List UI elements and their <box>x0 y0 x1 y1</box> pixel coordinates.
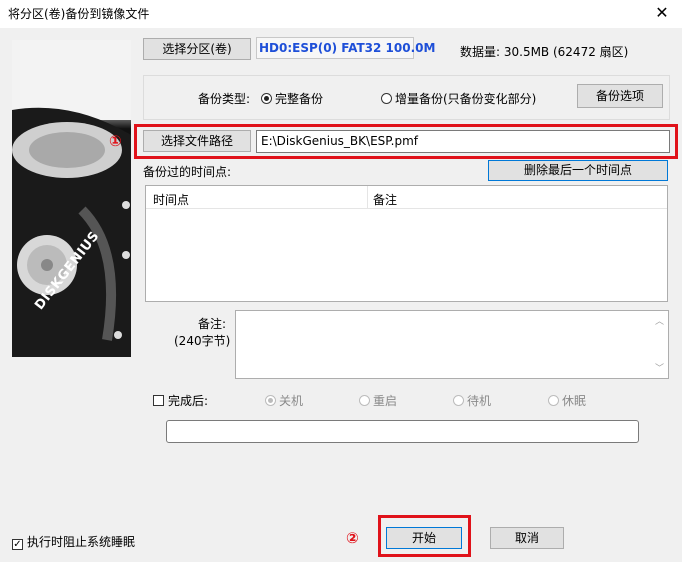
diskgenius-logo-image: DISKGENIUS <box>12 40 131 357</box>
prevent-sleep-checkbox[interactable]: ✓ 执行时阻止系统睡眠 <box>12 533 135 550</box>
partition-info-box: HD0:ESP(0) FAT32 100.0M <box>256 37 435 59</box>
checkbox-checked-icon: ✓ <box>12 539 23 550</box>
select-file-path-button[interactable]: 选择文件路径 <box>143 130 251 152</box>
cancel-button[interactable]: 取消 <box>490 527 564 549</box>
standby-radio[interactable]: 待机 <box>453 392 491 409</box>
scroll-up-icon[interactable]: ︿ <box>655 314 664 327</box>
list-header: 时间点 备注 <box>146 186 667 209</box>
radio-unselected-icon <box>381 93 392 104</box>
after-done-label: 完成后: <box>168 394 209 408</box>
file-path-value: E:\DiskGenius_BK\ESP.pmf <box>261 134 418 148</box>
step-2-marker: ② <box>346 529 359 547</box>
radio-unselected-icon <box>359 395 370 406</box>
partition-info: HD0:ESP(0) FAT32 100.0M <box>259 41 436 55</box>
column-header-note[interactable]: 备注 <box>373 191 397 208</box>
column-divider[interactable] <box>367 186 368 208</box>
radio-unselected-icon <box>548 395 559 406</box>
standby-label: 待机 <box>467 394 492 408</box>
timepoints-label: 备份过的时间点: <box>143 165 232 179</box>
incremental-backup-radio[interactable]: 增量备份(只备份变化部分) <box>381 90 536 107</box>
full-backup-label: 完整备份 <box>275 92 324 106</box>
incremental-backup-label: 增量备份(只备份变化部分) <box>395 92 537 106</box>
close-icon[interactable]: ✕ <box>652 3 672 22</box>
progress-bar <box>166 420 639 443</box>
note-hint: (240字节) <box>174 334 231 348</box>
backup-type-label: 备份类型: <box>198 92 251 106</box>
timepoints-list[interactable]: 时间点 备注 <box>145 185 668 302</box>
delete-last-timepoint-button[interactable]: 删除最后一个时间点 <box>488 160 668 181</box>
scroll-down-icon[interactable]: ﹀ <box>655 361 664 374</box>
hibernate-radio[interactable]: 休眠 <box>548 392 586 409</box>
radio-selected-icon <box>261 93 272 104</box>
radio-unselected-icon <box>453 395 464 406</box>
note-label: 备注: <box>198 317 227 331</box>
checkbox-empty-icon <box>153 395 164 406</box>
step-1-marker: ① <box>109 132 122 150</box>
start-button[interactable]: 开始 <box>386 527 462 549</box>
restart-radio[interactable]: 重启 <box>359 392 397 409</box>
hibernate-label: 休眠 <box>562 394 587 408</box>
full-backup-radio[interactable]: 完整备份 <box>261 90 323 107</box>
note-scrollbar[interactable]: ︿ ﹀ <box>652 311 668 378</box>
select-partition-button[interactable]: 选择分区(卷) <box>143 38 251 60</box>
restart-label: 重启 <box>373 394 398 408</box>
radio-selected-icon <box>265 395 276 406</box>
after-done-checkbox[interactable]: 完成后: <box>153 392 208 409</box>
file-path-input[interactable]: E:\DiskGenius_BK\ESP.pmf <box>256 130 670 153</box>
shutdown-radio[interactable]: 关机 <box>265 392 303 409</box>
data-size-text: 数据量: 30.5MB (62472 扇区) <box>460 45 629 59</box>
backup-options-button[interactable]: 备份选项 <box>577 84 663 108</box>
shutdown-label: 关机 <box>279 394 304 408</box>
note-textarea[interactable]: ︿ ﹀ <box>235 310 669 379</box>
window-title: 将分区(卷)备份到镜像文件 <box>8 7 150 21</box>
prevent-sleep-label: 执行时阻止系统睡眠 <box>27 535 136 549</box>
column-header-timepoint[interactable]: 时间点 <box>153 191 189 208</box>
